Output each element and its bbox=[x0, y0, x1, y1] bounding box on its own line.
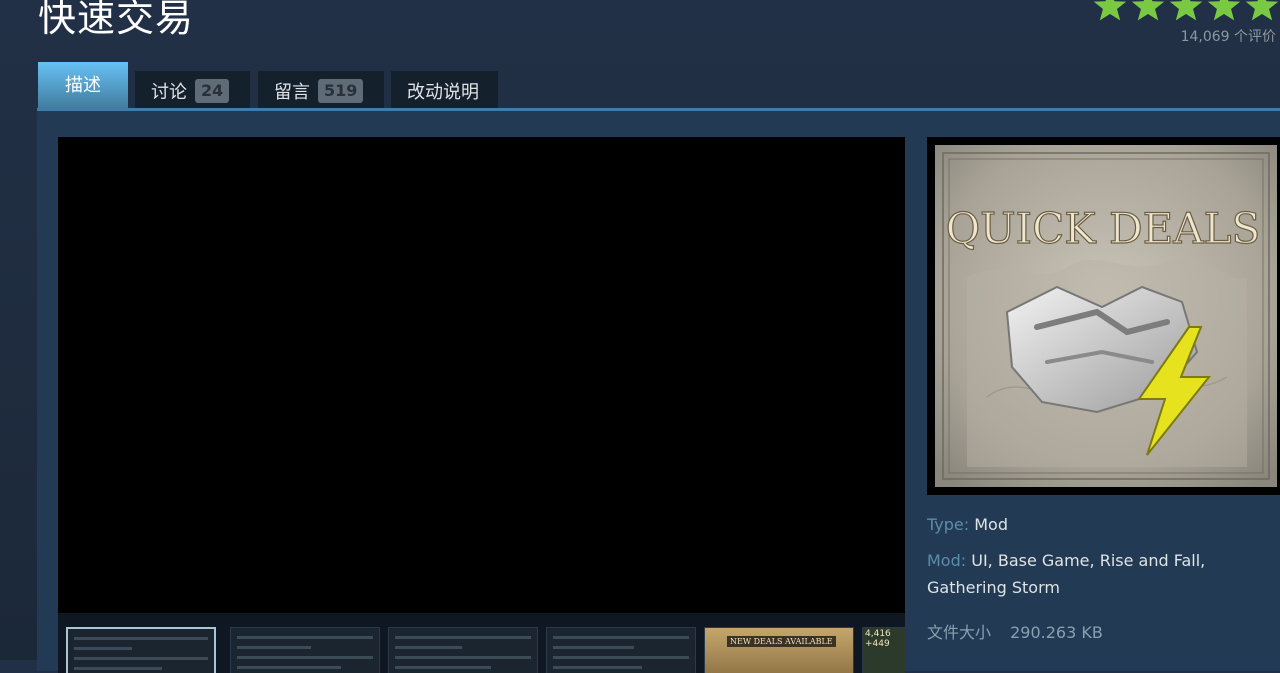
star-icon bbox=[1092, 0, 1128, 24]
rating-summary: 14,069 个评价 bbox=[1080, 0, 1280, 46]
tab-label: 讨论 bbox=[151, 81, 187, 103]
tab-label: 改动说明 bbox=[407, 81, 479, 103]
thumbnail-caption: NEW DEALS AVAILABLE bbox=[727, 636, 836, 647]
file-size-label: 文件大小 bbox=[927, 623, 992, 642]
tag-link[interactable]: Rise and Fall bbox=[1100, 551, 1200, 570]
star-icon bbox=[1244, 0, 1280, 24]
mod-preview-image[interactable]: QUICK DEALS bbox=[927, 137, 1280, 495]
screenshot-thumbnail[interactable]: 4,416 +449 bbox=[862, 627, 905, 673]
screenshot-thumbnail[interactable] bbox=[230, 627, 380, 673]
rating-count: 14,069 个评价 bbox=[1180, 29, 1276, 45]
file-size-row: 文件大小 290.263 KB bbox=[927, 619, 1267, 646]
comment-count-badge: 519 bbox=[318, 78, 364, 103]
discussion-count-badge: 24 bbox=[195, 78, 230, 103]
rating-stars bbox=[1080, 0, 1280, 24]
thumbnail-strip: NEW DEALS AVAILABLE 4,416 +449 bbox=[58, 613, 905, 673]
tab-description[interactable]: 描述 bbox=[38, 62, 128, 110]
star-icon bbox=[1130, 0, 1166, 24]
thumbnail-caption: 4,416 +449 bbox=[865, 629, 891, 649]
tab-change-notes[interactable]: 改动说明 bbox=[391, 71, 498, 110]
star-icon bbox=[1206, 0, 1242, 24]
quick-deals-artwork: QUICK DEALS bbox=[935, 145, 1277, 487]
preview-heading: QUICK DEALS bbox=[946, 204, 1261, 253]
file-size-value: 290.263 KB bbox=[1010, 623, 1103, 642]
tag-link[interactable]: Gathering Storm bbox=[927, 578, 1060, 597]
tab-comments[interactable]: 留言 519 bbox=[258, 71, 384, 110]
tab-discussions[interactable]: 讨论 24 bbox=[135, 71, 250, 110]
content-panel: NEW DEALS AVAILABLE 4,416 +449 QUICK DEA… bbox=[37, 108, 1280, 673]
mod-details: Type: Mod Mod: UI, Base Game, Rise and F… bbox=[927, 511, 1267, 646]
type-value[interactable]: Mod bbox=[974, 515, 1008, 534]
screenshot-thumbnail[interactable] bbox=[66, 627, 216, 673]
type-label: Type: bbox=[927, 515, 970, 534]
tab-label: 留言 bbox=[274, 81, 310, 103]
star-icon bbox=[1168, 0, 1204, 24]
mod-tags-row: Mod: UI, Base Game, Rise and Fall, Gathe… bbox=[927, 551, 1206, 597]
screenshot-thumbnail[interactable] bbox=[388, 627, 538, 673]
screenshot-thumbnail[interactable] bbox=[546, 627, 696, 673]
tag-link[interactable]: Base Game bbox=[998, 551, 1090, 570]
page-title: 快速交易 bbox=[38, 0, 195, 40]
tab-label: 描述 bbox=[65, 75, 101, 96]
media-player[interactable] bbox=[58, 137, 905, 613]
mod-label: Mod: bbox=[927, 551, 967, 570]
type-row: Type: Mod bbox=[927, 511, 1267, 538]
tag-link[interactable]: UI bbox=[971, 551, 987, 570]
screenshot-thumbnail[interactable]: NEW DEALS AVAILABLE bbox=[704, 627, 854, 673]
